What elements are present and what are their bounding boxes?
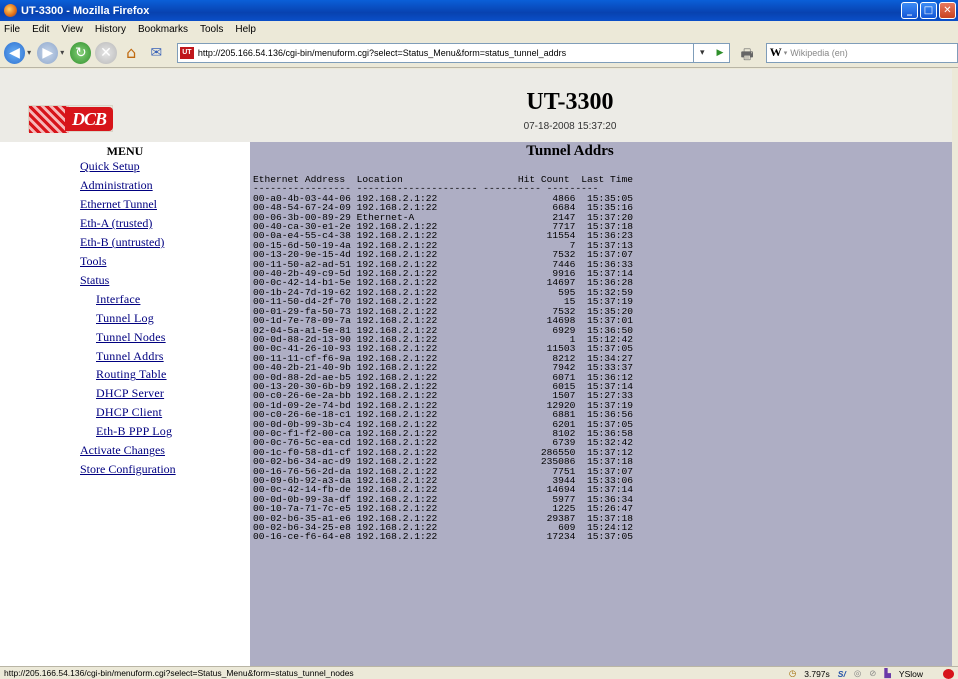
- menu-link-interface[interactable]: Interface: [96, 292, 140, 307]
- go-arrow-icon[interactable]: ▶: [717, 47, 724, 58]
- window-titlebar: UT-3300 - Mozilla Firefox _ □ ✕: [0, 0, 958, 21]
- menu-link-dhcp-server[interactable]: DHCP Server: [96, 386, 164, 401]
- menu-link-eth-b-ppp-log[interactable]: Eth-B PPP Log: [96, 424, 172, 439]
- menu-link-tunnel-nodes[interactable]: Tunnel Nodes: [96, 330, 166, 345]
- device-datetime: 07-18-2008 15:37:20: [523, 121, 617, 132]
- minimize-button[interactable]: _: [901, 2, 918, 19]
- menu-file[interactable]: File: [4, 24, 20, 35]
- url-history-dropdown-icon[interactable]: ▾: [700, 47, 705, 58]
- vertical-scrollbar[interactable]: [952, 69, 958, 666]
- menu-bookmarks[interactable]: Bookmarks: [138, 24, 188, 35]
- menu-link-dhcp-client[interactable]: DHCP Client: [96, 405, 162, 420]
- menu-link-ethernet-tunnel[interactable]: Ethernet Tunnel: [80, 197, 157, 212]
- timer-icon: ◷: [788, 668, 797, 678]
- close-button[interactable]: ✕: [939, 2, 956, 19]
- menu-link-routing-table[interactable]: Routing Table: [96, 367, 167, 382]
- yslow-label[interactable]: YSlow: [899, 669, 923, 679]
- stop-button[interactable]: ✕: [95, 41, 117, 64]
- search-engine-dropdown-icon[interactable]: ▾: [784, 49, 788, 57]
- menu-edit[interactable]: Edit: [32, 24, 49, 35]
- window-controls: _ □ ✕: [901, 2, 956, 19]
- dcb-logo: DCB: [28, 105, 113, 133]
- mail-icon[interactable]: ✉: [146, 42, 167, 64]
- menu-link-status[interactable]: Status: [80, 273, 109, 288]
- forward-button[interactable]: ▶: [37, 41, 59, 64]
- url-bar-controls: ▾ ▶: [693, 42, 731, 63]
- menu-history[interactable]: History: [95, 24, 126, 35]
- menu-view[interactable]: View: [61, 24, 83, 35]
- menu-tools[interactable]: Tools: [200, 24, 223, 35]
- menu-link-tools[interactable]: Tools: [80, 254, 107, 269]
- status-addons: ◷ 3.797s S/ ◎ ⊘ ▙ YSlow: [789, 667, 954, 679]
- logo-text: DCB: [65, 107, 113, 131]
- yslow-icon[interactable]: ▙: [884, 668, 891, 679]
- main-panel: Tunnel Addrs Ethernet Address Location H…: [250, 142, 952, 666]
- menu-link-eth-a-trusted[interactable]: Eth-A (trusted): [80, 216, 152, 231]
- table-row: 00-16-ce-f6-64-e8 192.168.2.1:22 17234 1…: [253, 531, 633, 543]
- menu-link-administration[interactable]: Administration: [80, 178, 153, 193]
- menu-link-activate-changes[interactable]: Activate Changes: [80, 443, 165, 458]
- menu-link-quick-setup[interactable]: Quick Setup: [80, 159, 140, 174]
- status-bar: http://205.166.54.136/cgi-bin/menuform.c…: [0, 666, 958, 679]
- page-header: DCB UT-3300 07-18-2008 15:37:20: [0, 69, 952, 142]
- navigation-toolbar: ◀ ▾ ▶ ▾ ↻ ✕ ⌂ ✉ UT http://205.166.54.136…: [0, 38, 958, 68]
- page-viewport: DCB UT-3300 07-18-2008 15:37:20 MENU Qui…: [0, 69, 952, 666]
- site-favicon-icon: UT: [179, 46, 194, 59]
- cell-ethernet-address: 00-16-ce-f6-64-e8: [253, 531, 357, 543]
- firefox-icon: [4, 4, 17, 17]
- url-bar[interactable]: UT http://205.166.54.136/cgi-bin/menufor…: [176, 42, 694, 63]
- url-text: http://205.166.54.136/cgi-bin/menuform.c…: [197, 47, 567, 58]
- back-dropdown-icon[interactable]: ▾: [27, 48, 31, 57]
- device-name: UT-3300: [526, 89, 614, 115]
- logo-pattern: [29, 106, 69, 133]
- side-menu: MENU Quick Setup Administration Ethernet T…: [0, 142, 250, 666]
- search-box[interactable]: W ▾ Wikipedia (en): [765, 42, 958, 63]
- search-engine-icon[interactable]: W: [770, 45, 782, 60]
- menu-link-store-configuration[interactable]: Store Configuration: [80, 462, 176, 477]
- menubar: File Edit View History Bookmarks Tools H…: [0, 21, 958, 38]
- cell-hit-count: 17234: [517, 531, 587, 543]
- menu-link-tunnel-addrs[interactable]: Tunnel Addrs: [96, 349, 164, 364]
- main-title: Tunnel Addrs: [526, 143, 614, 159]
- print-icon[interactable]: 🖶: [740, 44, 759, 62]
- maximize-button[interactable]: □: [920, 2, 937, 19]
- menu-help[interactable]: Help: [235, 24, 256, 35]
- cell-location: 192.168.2.1:22: [356, 531, 518, 543]
- status-timing: 3.797s: [804, 668, 830, 679]
- menu-link-tunnel-log[interactable]: Tunnel Log: [96, 311, 154, 326]
- cell-last-time: 15:37:05: [586, 531, 633, 543]
- firebug-icon[interactable]: ◎: [854, 668, 861, 679]
- back-button[interactable]: ◀: [4, 41, 26, 64]
- forward-dropdown-icon[interactable]: ▾: [60, 48, 64, 57]
- adblock-icon[interactable]: [943, 668, 954, 679]
- home-icon[interactable]: ⌂: [121, 42, 142, 64]
- tunnel-addrs-table: Ethernet Address Location Hit Count Last…: [253, 175, 633, 542]
- firebug-status-icon[interactable]: ⊘: [869, 668, 876, 679]
- window-title: UT-3300 - Mozilla Firefox: [21, 4, 150, 17]
- reload-button[interactable]: ↻: [70, 41, 92, 64]
- menu-link-eth-b-untrusted[interactable]: Eth-B (untrusted): [80, 235, 164, 250]
- menu-title: MENU: [106, 144, 144, 158]
- search-placeholder: Wikipedia (en): [790, 47, 848, 58]
- status-text: http://205.166.54.136/cgi-bin/menuform.c…: [4, 668, 354, 678]
- sitemeter-icon[interactable]: S/: [838, 669, 846, 679]
